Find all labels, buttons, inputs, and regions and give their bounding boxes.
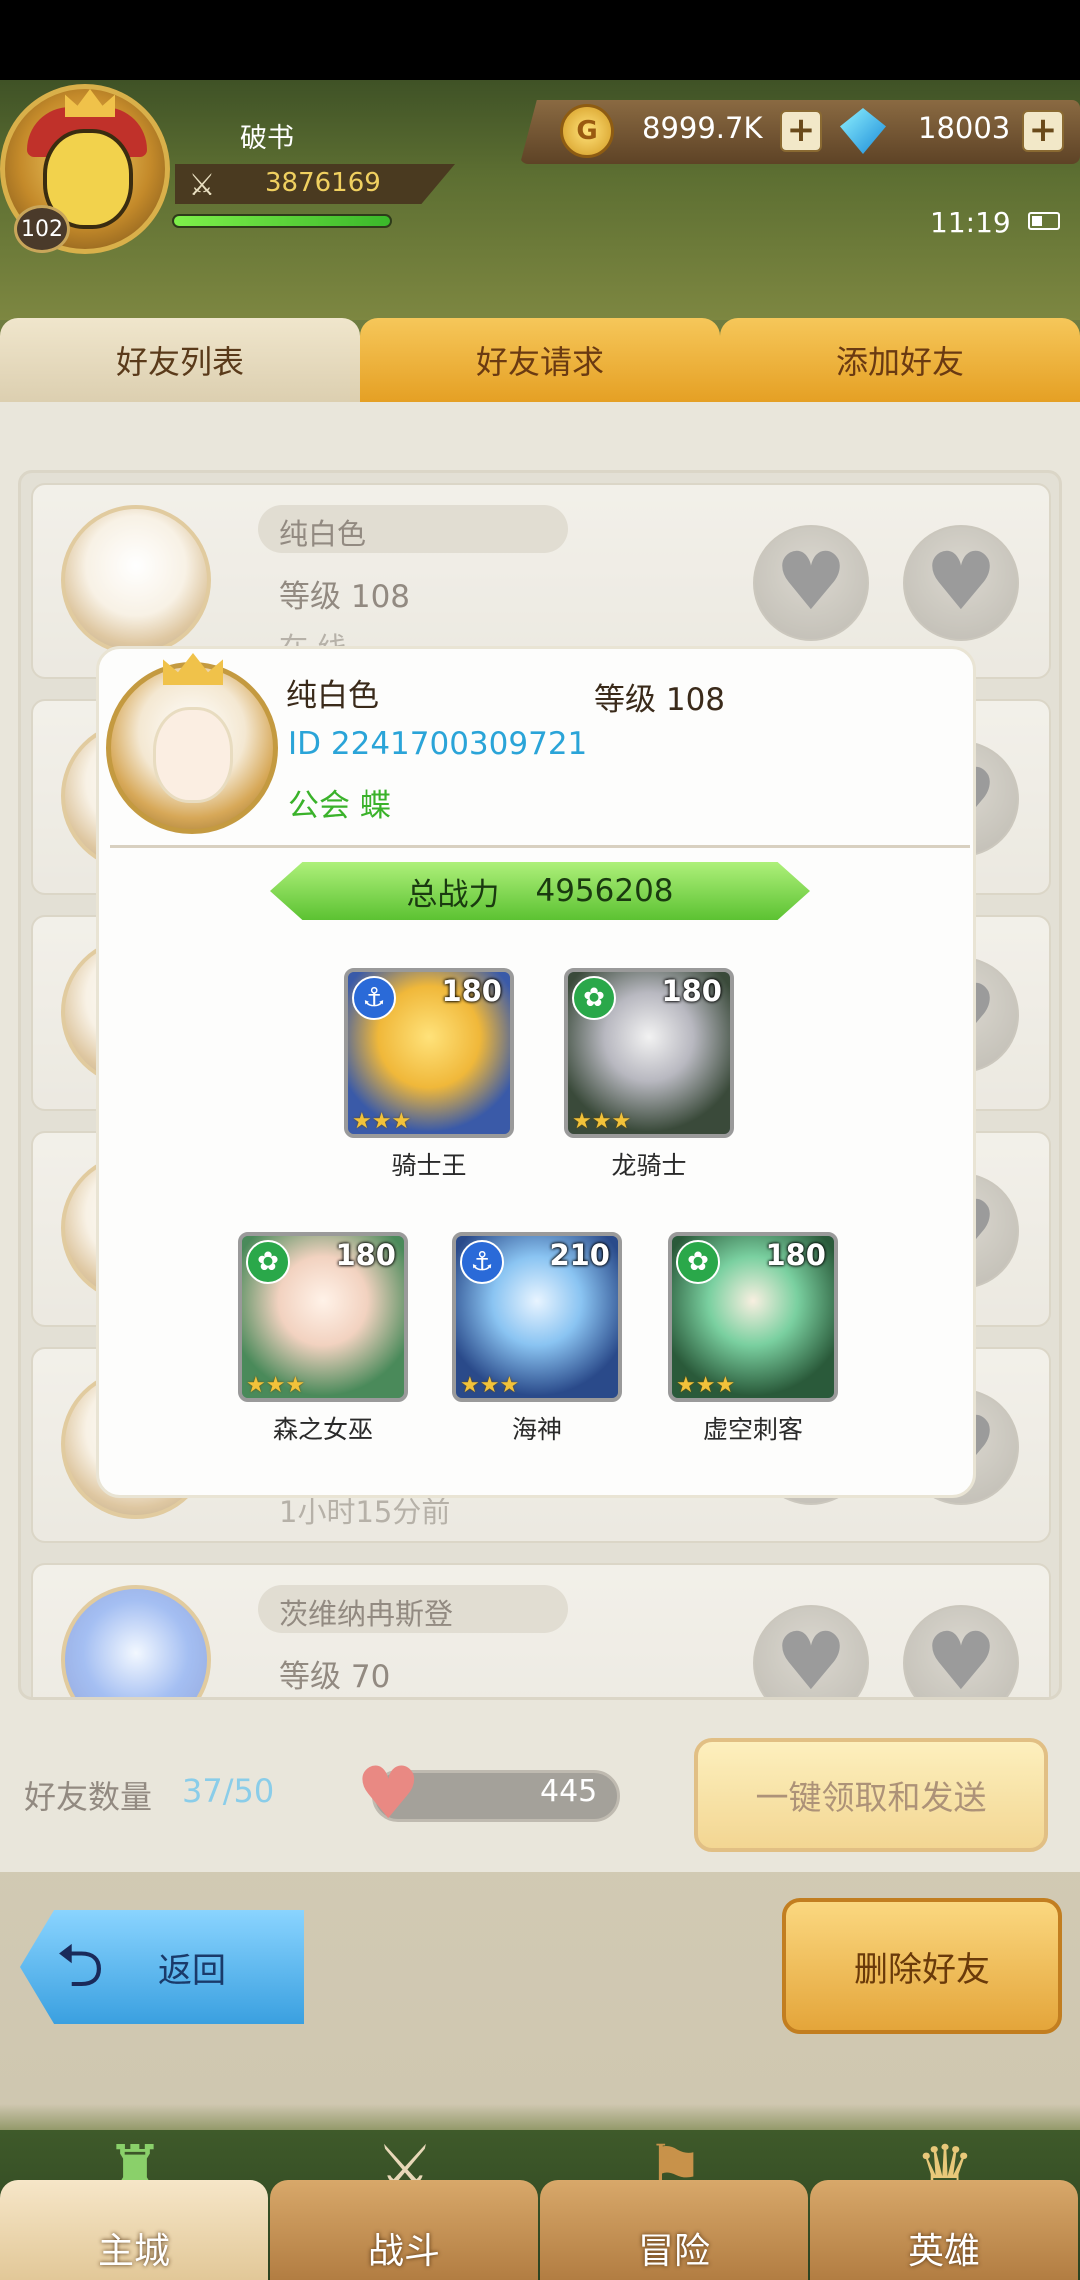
hero-card[interactable]: ✿ 180 ★★★ — [238, 1232, 408, 1402]
anchor-icon: ⚓ — [460, 1240, 504, 1284]
player-name: 破书 — [240, 123, 294, 154]
detail-id: ID 2241700309721 — [288, 726, 588, 762]
star-rating: ★★★ — [246, 1373, 306, 1398]
nav-main-city[interactable]: 主城 — [0, 2180, 268, 2280]
hero-name: 虚空刺客 — [702, 1415, 803, 1444]
nav-adventure[interactable]: 冒险 — [540, 2180, 808, 2280]
star-rating: ★★★ — [460, 1373, 520, 1398]
star-rating: ★★★ — [572, 1109, 632, 1134]
add-gold-button[interactable]: + — [780, 110, 822, 152]
xp-bar-fill — [174, 216, 390, 226]
paw-icon: ✿ — [676, 1240, 720, 1284]
tab-friend-list[interactable]: 好友列表 — [0, 318, 360, 402]
detail-level: 等级 108 — [594, 682, 726, 718]
gem-amount: 18003 — [918, 111, 1011, 145]
gold-amount: 8999.7K — [642, 111, 763, 145]
hero-card[interactable]: ⚓ 180 ★★★ — [344, 968, 514, 1138]
nav-heroes[interactable]: 英雄 — [810, 2180, 1078, 2280]
paw-icon: ✿ — [572, 976, 616, 1020]
hero-level: 180 — [441, 974, 502, 1008]
delete-friend-button[interactable]: 删除好友 — [782, 1898, 1062, 2034]
hero-name: 森之女巫 — [272, 1415, 373, 1444]
tab-friend-requests[interactable]: 好友请求 — [360, 318, 720, 402]
hero-name: 龙骑士 — [611, 1151, 687, 1180]
crossed-swords-icon: ⚔ — [188, 168, 216, 203]
total-power-label: 总战力 — [406, 876, 500, 913]
hero-level: 180 — [765, 1238, 826, 1272]
hero-level: 210 — [549, 1238, 610, 1272]
total-power-value: 4956208 — [535, 873, 674, 909]
gold-coin-icon: G — [560, 104, 614, 158]
detail-avatar — [106, 653, 278, 834]
divider — [110, 845, 970, 848]
star-rating: ★★★ — [676, 1373, 736, 1398]
hero-name: 海神 — [511, 1415, 562, 1444]
hero-card[interactable]: ⚓ 210 ★★★ — [452, 1232, 622, 1402]
tab-add-friend[interactable]: 添加好友 — [720, 318, 1080, 402]
hero-level: 180 — [661, 974, 722, 1008]
nav-battle[interactable]: 战斗 — [270, 2180, 538, 2280]
player-power: 3876169 — [265, 168, 381, 198]
player-level-badge: 102 — [14, 205, 70, 253]
hero-name: 骑士王 — [391, 1151, 467, 1180]
star-rating: ★★★ — [352, 1109, 412, 1134]
hero-level: 180 — [335, 1238, 396, 1272]
anchor-icon: ⚓ — [352, 976, 396, 1020]
detail-guild: 公会 蝶 — [288, 788, 391, 824]
detail-name: 纯白色 — [286, 678, 379, 714]
hero-card[interactable]: ✿ 180 ★★★ — [668, 1232, 838, 1402]
battery-icon — [1028, 212, 1060, 230]
back-arrow-icon: ⮌ — [56, 1931, 105, 2001]
total-power-banner: 总战力 4956208 — [270, 862, 810, 920]
clock: 11:19 — [930, 206, 1011, 239]
hero-card[interactable]: ✿ 180 ★★★ — [564, 968, 734, 1138]
paw-icon: ✿ — [246, 1240, 290, 1284]
add-gems-button[interactable]: + — [1022, 110, 1064, 152]
